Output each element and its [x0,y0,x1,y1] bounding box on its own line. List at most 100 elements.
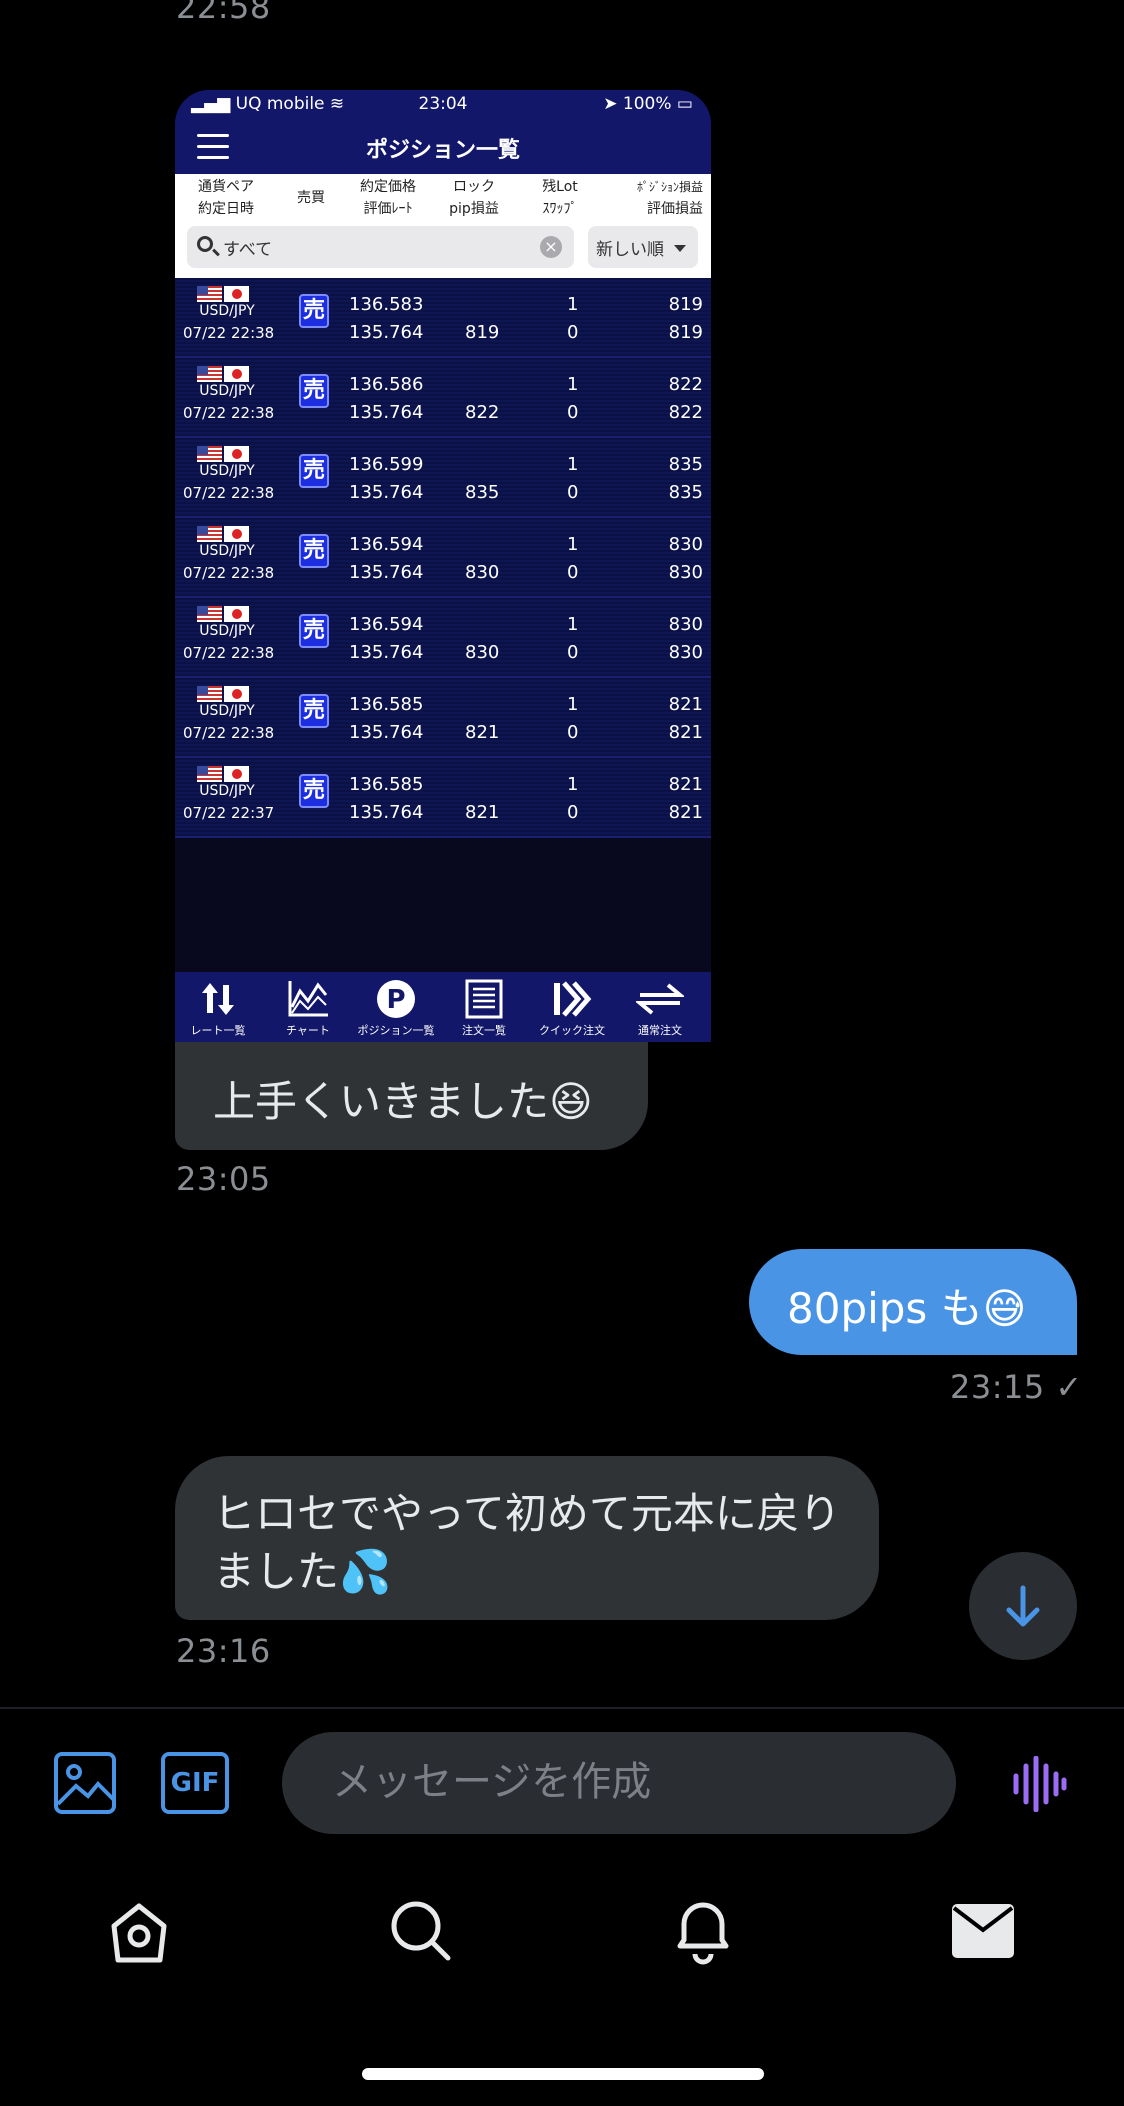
message-timestamp: 23:15 ✓ [950,1368,1083,1406]
swap-value: 0 [567,802,579,823]
usd-jpy-flag-icon [197,446,249,462]
trade-price: 136.585 [349,694,424,715]
trade-price: 136.594 [349,614,424,635]
position-row: USD/JPY 07/22 22:38 売 136.594 135.764 830 1 0 83… [175,598,711,678]
pair-label: USD/JPY [199,623,255,639]
outgoing-message-bubble[interactable]: 80pips も😅 [749,1249,1077,1355]
trade-date: 07/22 22:38 [183,564,275,582]
pip-pl: 830 [465,562,500,583]
clear-icon: × [540,236,562,258]
eval-pl: 830 [668,562,703,583]
trade-date: 07/22 22:38 [183,644,275,662]
trade-date: 07/22 22:38 [183,484,275,502]
positions-list: USD/JPY 07/22 22:38 売 136.583 135.764 819 1 0 81… [175,278,711,838]
position-row: USD/JPY 07/22 22:38 売 136.585 135.764 821 1 0 82… [175,678,711,758]
position-row: USD/JPY 07/22 22:38 売 136.599 135.764 835 1 0 83… [175,438,711,518]
composer-divider [0,1707,1124,1709]
sell-badge: 売 [299,774,329,808]
position-pl: 830 [668,614,703,635]
position-pl: 819 [668,294,703,315]
sell-badge: 売 [299,374,329,408]
table-header: 通貨ペア 約定日時 売買 約定価格 評価ﾚｰﾄ ロック pip損益 残Lot ｽﾜｯﾌﾟ… [175,174,711,278]
swap-value: 0 [567,402,579,423]
eval-pl: 821 [668,802,703,823]
position-row: USD/JPY 07/22 22:38 売 136.594 135.764 830 1 0 83… [175,518,711,598]
eval-pl: 821 [668,722,703,743]
swap-value: 0 [567,482,579,503]
usd-jpy-flag-icon [197,766,249,782]
nav-home-button[interactable] [106,1900,172,1970]
sent-check-icon: ✓ [1055,1368,1083,1406]
trade-date: 07/22 22:37 [183,804,275,822]
trade-date: 07/22 22:38 [183,324,275,342]
scroll-to-bottom-button[interactable] [969,1552,1077,1660]
message-text: 80pips も😅 [787,1284,1027,1333]
message-composer[interactable] [282,1732,956,1834]
exchange-icon [636,983,684,1015]
caret-down-icon [674,245,686,252]
header-col-side: 売買 [297,190,325,206]
eval-rate: 135.764 [349,322,424,343]
arrow-down-icon [1006,1585,1040,1627]
lot-value: 1 [567,694,579,715]
message-text: 上手くいきました😆 [213,1077,593,1126]
lot-value: 1 [567,294,579,315]
trade-price: 136.586 [349,374,424,395]
pair-label: USD/JPY [199,463,255,479]
sell-badge: 売 [299,694,329,728]
nav-search-button[interactable] [388,1898,454,1968]
eval-rate: 135.764 [349,402,424,423]
pip-pl: 819 [465,322,500,343]
message-input[interactable] [332,1752,912,1812]
header-col-pair: 通貨ペア 約定日時 [198,179,254,217]
header-col-lot: 残Lot ｽﾜｯﾌﾟ [542,179,578,217]
pair-label: USD/JPY [199,543,255,559]
pip-pl: 822 [465,402,500,423]
battery-label: ➤ 100% ▭ [603,94,693,114]
screenshot-search-box: すべて × [187,226,574,268]
position-pl: 830 [668,534,703,555]
position-pl: 821 [668,774,703,795]
sort-dropdown: 新しい順 [588,226,698,268]
eval-pl: 822 [668,402,703,423]
order-list-icon [465,979,503,1019]
lot-value: 1 [567,374,579,395]
gif-button[interactable]: GIF [161,1752,229,1814]
pip-pl: 821 [465,802,500,823]
usd-jpy-flag-icon [197,606,249,622]
trade-price: 136.585 [349,774,424,795]
pair-label: USD/JPY [199,703,255,719]
image-button[interactable] [52,1750,118,1820]
usd-jpy-flag-icon [197,286,249,302]
incoming-message-bubble[interactable]: 上手くいきました😆 [175,1042,648,1150]
swap-value: 0 [567,562,579,583]
mail-icon [952,1904,1014,1958]
nav-messages-button[interactable] [952,1904,1014,1962]
incoming-message-bubble[interactable]: ヒロセでやって初めて元本に戻り ました💦 [175,1456,879,1620]
sell-badge: 売 [299,534,329,568]
position-pl: 821 [668,694,703,715]
eval-pl: 830 [668,642,703,663]
usd-jpy-flag-icon [197,686,249,702]
gif-label: GIF [170,1768,220,1798]
svg-text:P: P [386,985,405,1015]
tab-normal-order: 通常注文 [617,976,703,1038]
message-timestamp: 23:16 [176,1632,271,1670]
eval-rate: 135.764 [349,562,424,583]
message-timestamp: 23:05 [176,1160,271,1198]
eval-pl: 835 [668,482,703,503]
nav-notifications-button[interactable] [670,1896,736,1970]
lot-value: 1 [567,454,579,475]
voice-message-button[interactable] [1010,1755,1068,1816]
position-p-icon: P [377,980,415,1018]
message-text-line: ヒロセでやって初めて元本に戻り [213,1489,841,1538]
pair-label: USD/JPY [199,303,255,319]
rate-arrows-icon [202,983,234,1015]
shared-screenshot[interactable]: ▂▄▆ UQ mobile ≋ 23:04 ➤ 100% ▭ ポジション一覧 通… [175,90,711,1042]
chart-icon [288,981,328,1017]
tab-quick-order: クイック注文 [529,976,615,1038]
eval-pl: 819 [668,322,703,343]
voice-wave-icon [1013,1755,1067,1813]
position-row: USD/JPY 07/22 22:38 売 136.586 135.764 822 1 0 82… [175,358,711,438]
eval-rate: 135.764 [349,802,424,823]
